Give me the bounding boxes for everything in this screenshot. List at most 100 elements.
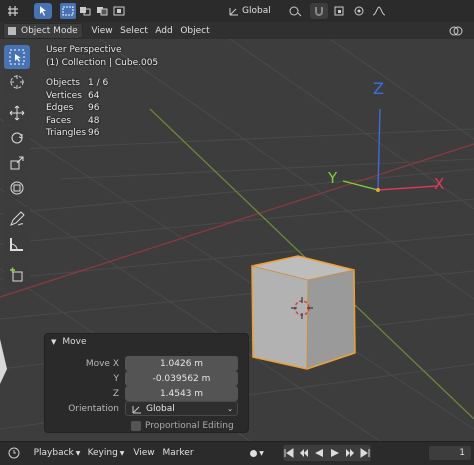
overlay-dropdown[interactable] <box>442 23 470 39</box>
move-z-field[interactable]: 1.4543 m <box>125 386 238 401</box>
gizmo-z-label: Z <box>373 79 384 98</box>
mode-dropdown[interactable]: Object Mode <box>3 23 83 39</box>
stat-row: Faces 48 <box>46 115 100 126</box>
orientation-row: Orientation Global ⌄ <box>45 401 238 416</box>
viewport-header: Object Mode View Select Add Object <box>0 22 474 39</box>
transform-orientation-dropdown[interactable]: Global <box>226 3 272 19</box>
move-panel-title: Move <box>62 337 87 347</box>
proportional-icon <box>352 3 366 19</box>
menu-view[interactable]: View <box>88 23 116 39</box>
mode-invert-icon <box>111 3 127 19</box>
move-arrows-icon <box>9 105 25 121</box>
play-reverse-icon[interactable] <box>313 445 325 461</box>
jump-end-icon[interactable] <box>359 445 371 461</box>
move-y-label: Y <box>113 373 120 384</box>
collection-label: (1) Collection | Cube.005 <box>46 57 159 68</box>
timeline-menu-keying[interactable]: Keying ▼ <box>84 445 128 461</box>
auto-keying-toggle[interactable]: ▼ <box>246 445 268 461</box>
jump-start-icon[interactable] <box>283 445 295 461</box>
snap-target-dropdown[interactable] <box>330 3 348 19</box>
timeline-menu-playback[interactable]: Playback ▼ <box>33 445 81 461</box>
proportional-editing-row[interactable]: Proportional Editing <box>131 418 234 433</box>
move-tool[interactable] <box>4 101 30 125</box>
move-y-field[interactable]: -0.039562 m <box>125 371 238 386</box>
pivot-point-dropdown[interactable] <box>283 3 307 19</box>
magnet-icon <box>311 3 327 19</box>
transform-tool[interactable] <box>4 176 30 200</box>
current-frame-field[interactable]: 1 <box>428 445 472 461</box>
move-x-label: Move X <box>85 358 119 369</box>
editor-type-button[interactable] <box>3 3 23 19</box>
cursor-icon <box>35 3 51 19</box>
proportional-editing-toggle[interactable] <box>352 3 366 19</box>
move-x-field[interactable]: 1.0426 m <box>125 356 238 371</box>
orientation-icon <box>226 3 242 19</box>
measure-tool[interactable] <box>4 232 30 256</box>
rotate-icon <box>9 130 25 146</box>
mode-new-icon <box>60 3 76 19</box>
cube-object <box>251 255 356 370</box>
stat-row: Objects 1 / 6 <box>46 78 109 88</box>
add-cube-icon <box>9 267 25 283</box>
scene-stats: Objects 1 / 6 Vertices 64 Edges 96 Faces 48 … <box>46 77 158 140</box>
move-x-row: Move X 1.0426 m <box>45 356 238 371</box>
snap-toggle[interactable] <box>310 3 328 19</box>
redo-last-panel: ▼ Move Move X 1.0426 m Y -0.039562 m Z 1… <box>44 333 249 433</box>
timeline-editor-type[interactable] <box>3 445 25 461</box>
grid-icon <box>5 3 21 19</box>
proportional-editing-label: Proportional Editing <box>145 420 234 431</box>
move-panel-header[interactable]: ▼ Move <box>45 334 248 350</box>
chevron-down-icon: ▼ <box>75 449 81 457</box>
mode-subtract-icon <box>94 3 110 19</box>
stat-row: Vertices 64 <box>46 90 100 101</box>
mode-label: Object Mode <box>21 26 78 36</box>
orientation-select[interactable]: Global ⌄ <box>125 401 238 416</box>
mode-extend-icon <box>77 3 93 19</box>
selection-mode-group[interactable] <box>60 3 130 19</box>
object-mode-icon <box>6 23 18 39</box>
orientation-value: Global <box>146 403 175 414</box>
menu-select[interactable]: Select <box>118 23 150 39</box>
pivot-icon <box>287 3 303 19</box>
rotate-tool[interactable] <box>4 126 30 150</box>
chevron-down-icon: ⌄ <box>227 404 233 413</box>
timeline-menu-view[interactable]: View <box>131 445 157 461</box>
select-box-tool[interactable] <box>4 45 30 69</box>
orientation-icon <box>130 401 144 417</box>
menu-object[interactable]: Object <box>178 23 212 39</box>
record-icon <box>250 449 258 457</box>
transform-orientation-label: Global <box>242 6 271 16</box>
playback-controls <box>283 445 371 461</box>
chevron-down-icon: ▼ <box>259 449 264 457</box>
next-keyframe-icon[interactable] <box>344 445 356 461</box>
gizmo-y-label: Y <box>328 169 338 187</box>
scale-icon <box>9 155 25 171</box>
timeline-header: Playback ▼ Keying ▼ View Marker ▼ 1 <box>0 441 474 465</box>
clock-icon <box>6 445 22 461</box>
stat-row: Edges 96 <box>46 103 100 113</box>
viewport-overlay: User Perspective (1) Collection | Cube.0… <box>46 44 158 140</box>
timeline-menu-marker[interactable]: Marker <box>160 445 196 461</box>
falloff-dropdown[interactable] <box>368 3 390 19</box>
move-z-row: Z 1.4543 m <box>45 386 238 401</box>
tool-shelf <box>4 45 32 288</box>
scale-tool[interactable] <box>4 151 30 175</box>
perspective-label: User Perspective <box>46 45 122 55</box>
play-icon[interactable] <box>329 445 341 461</box>
3d-cursor-icon <box>9 74 25 90</box>
add-cube-tool[interactable] <box>4 263 30 287</box>
select-tool-button[interactable] <box>34 3 52 19</box>
gizmo-x-label: X <box>434 175 445 193</box>
transform-icon <box>9 180 25 196</box>
prev-keyframe-icon[interactable] <box>298 445 310 461</box>
annotate-tool[interactable] <box>4 207 30 231</box>
cursor-tool[interactable] <box>4 70 30 94</box>
collapse-arrow-icon: ▼ <box>51 338 57 346</box>
ruler-angle-icon <box>9 236 25 252</box>
proportional-editing-checkbox[interactable] <box>131 420 141 431</box>
orientation-label: Orientation <box>68 403 119 414</box>
menu-add[interactable]: Add <box>152 23 176 39</box>
overlay-icon <box>448 23 464 39</box>
move-z-label: Z <box>112 388 119 399</box>
snap-increment-icon <box>331 3 347 19</box>
